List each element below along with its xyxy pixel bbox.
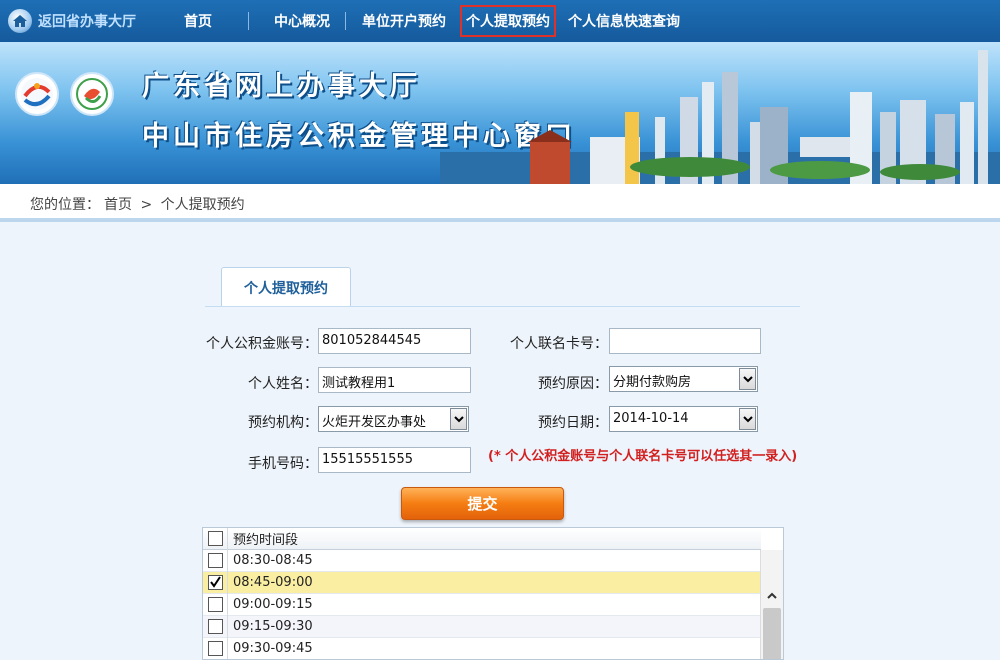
input-hint-note: (* 个人公积金账号与个人联名卡号可以任选其一录入) bbox=[488, 449, 798, 464]
housing-fund-logo bbox=[70, 72, 114, 116]
checkmark-icon bbox=[210, 576, 221, 588]
nav-divider bbox=[248, 12, 249, 30]
table-row[interactable]: 09:15-09:30 bbox=[203, 616, 761, 638]
org-select[interactable]: 火炬开发区办事处 bbox=[318, 406, 469, 432]
column-divider bbox=[227, 528, 228, 550]
nav-divider bbox=[345, 12, 346, 30]
table-row[interactable]: 08:30-08:45 bbox=[203, 550, 761, 572]
time-slot-label: 09:30-09:45 bbox=[233, 641, 313, 656]
org-label: 预约机构： bbox=[248, 415, 318, 431]
breadcrumb-bar: 您的位置： 首页 > 个人提取预约 bbox=[0, 184, 1000, 222]
phone-input[interactable]: 15515551555 bbox=[318, 447, 471, 473]
return-hall-label: 返回省办事大厅 bbox=[38, 14, 136, 30]
name-label: 个人姓名： bbox=[248, 376, 318, 392]
row-checkbox[interactable] bbox=[208, 597, 223, 612]
date-label: 预约日期： bbox=[538, 415, 608, 431]
column-divider bbox=[227, 616, 228, 638]
nav-item-center-overview[interactable]: 中心概况 bbox=[274, 0, 330, 42]
account-input[interactable]: 801052844545 bbox=[318, 328, 471, 354]
chevron-down-icon[interactable] bbox=[450, 408, 467, 430]
time-slot-label: 08:30-08:45 bbox=[233, 553, 313, 568]
table-row[interactable]: 09:30-09:45 bbox=[203, 638, 761, 659]
column-header-time-slot: 预约时间段 bbox=[233, 533, 299, 548]
scrollbar-thumb[interactable] bbox=[763, 608, 781, 659]
breadcrumb-home-link[interactable]: 首页 bbox=[104, 197, 132, 213]
org-select-value: 火炬开发区办事处 bbox=[322, 415, 427, 430]
time-slot-label: 09:15-09:30 bbox=[233, 619, 313, 634]
phone-label: 手机号码： bbox=[248, 456, 318, 472]
city-skyline-image bbox=[440, 50, 1000, 184]
column-divider bbox=[227, 594, 228, 616]
account-label: 个人公积金账号： bbox=[206, 336, 318, 352]
return-hall-link[interactable]: 返回省办事大厅 bbox=[8, 8, 136, 34]
top-nav-bar: 返回省办事大厅 首页 中心概况 单位开户预约 个人提取预约 个人信息快速查询 bbox=[0, 0, 1000, 42]
row-checkbox[interactable] bbox=[208, 641, 223, 656]
row-checkbox[interactable] bbox=[208, 575, 223, 590]
banner-title-province: 广东省网上办事大厅 bbox=[142, 71, 421, 102]
breadcrumb-separator: > bbox=[140, 197, 153, 213]
row-checkbox[interactable] bbox=[208, 553, 223, 568]
breadcrumb-prefix: 您的位置： bbox=[30, 197, 100, 213]
header-banner: 广东省网上办事大厅 中山市住房公积金管理中心窗口 bbox=[0, 42, 1000, 184]
card-input[interactable] bbox=[609, 328, 761, 354]
nav-item-unit-account-booking[interactable]: 单位开户预约 bbox=[362, 0, 446, 42]
column-divider bbox=[227, 638, 228, 659]
column-divider bbox=[227, 572, 228, 594]
breadcrumb: 您的位置： 首页 > 个人提取预约 bbox=[30, 194, 249, 214]
row-checkbox[interactable] bbox=[208, 619, 223, 634]
vertical-scrollbar[interactable] bbox=[760, 550, 783, 659]
tab-personal-withdrawal-booking[interactable]: 个人提取预约 bbox=[221, 267, 351, 307]
table-header-row: 预约时间段 bbox=[203, 528, 761, 550]
home-icon bbox=[8, 9, 32, 33]
date-select-value: 2014-10-14 bbox=[613, 411, 689, 426]
reason-select[interactable]: 分期付款购房 bbox=[609, 366, 758, 392]
column-divider bbox=[227, 550, 228, 572]
chevron-down-icon[interactable] bbox=[739, 408, 756, 430]
reason-label: 预约原因： bbox=[538, 376, 608, 392]
table-row[interactable]: 08:45-09:00 bbox=[203, 572, 761, 594]
guangdong-hall-logo bbox=[15, 72, 59, 116]
scroll-up-icon[interactable] bbox=[765, 588, 779, 602]
tab-underline bbox=[205, 306, 800, 307]
date-select[interactable]: 2014-10-14 bbox=[609, 406, 758, 432]
time-slot-label: 09:00-09:15 bbox=[233, 597, 313, 612]
table-row[interactable]: 09:00-09:15 bbox=[203, 594, 761, 616]
time-slot-table: 预约时间段 08:30-08:45 08:45-09:00 09:00-09:1… bbox=[202, 527, 784, 660]
time-slot-label: 08:45-09:00 bbox=[233, 575, 313, 590]
nav-item-personal-withdrawal-booking[interactable]: 个人提取预约 bbox=[460, 5, 556, 37]
name-input[interactable]: 测试教程用1 bbox=[318, 367, 471, 393]
nav-item-home[interactable]: 首页 bbox=[184, 0, 212, 42]
submit-button[interactable]: 提交 bbox=[401, 487, 564, 520]
select-all-checkbox[interactable] bbox=[208, 531, 223, 546]
nav-item-personal-info-query[interactable]: 个人信息快速查询 bbox=[568, 0, 680, 42]
card-label: 个人联名卡号： bbox=[510, 336, 608, 352]
reason-select-value: 分期付款购房 bbox=[613, 375, 692, 390]
breadcrumb-current: 个人提取预约 bbox=[160, 197, 245, 213]
chevron-down-icon[interactable] bbox=[739, 368, 756, 390]
